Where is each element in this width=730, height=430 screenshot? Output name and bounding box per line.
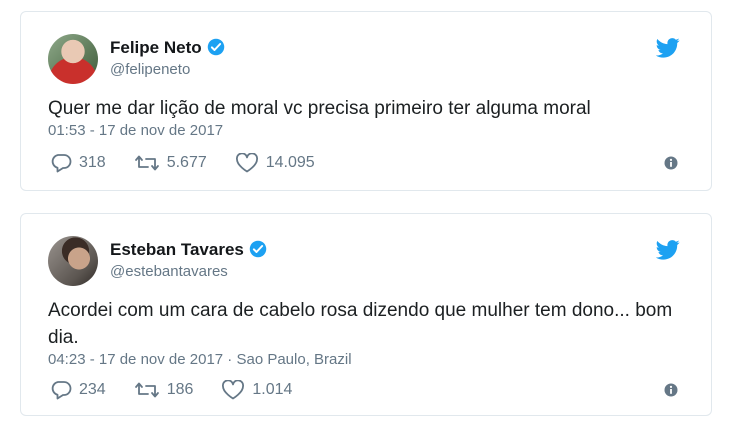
- like-button[interactable]: 14.095: [235, 153, 315, 173]
- author-handle[interactable]: @felipeneto: [110, 61, 190, 78]
- tweet-actions: 234 186 1.014: [50, 379, 320, 401]
- tweet-timestamp[interactable]: 04:23 - 17 de nov de 2017 · Sao Paulo, B…: [48, 351, 352, 368]
- like-count: 1.014: [252, 381, 293, 398]
- retweet-icon: [134, 155, 159, 171]
- tweet-actions: 318 5.677 14.095: [50, 152, 343, 174]
- reply-count: 318: [79, 154, 106, 171]
- tweet-text: Quer me dar lição de moral vc precisa pr…: [48, 98, 591, 119]
- author-name-text[interactable]: Esteban Tavares: [110, 240, 244, 259]
- author-name[interactable]: Esteban Tavares: [110, 240, 267, 260]
- verified-badge-icon: [207, 38, 224, 56]
- info-icon[interactable]: [664, 156, 678, 170]
- retweet-icon: [134, 382, 159, 398]
- retweet-button[interactable]: 186: [134, 380, 194, 400]
- twitter-bird-icon[interactable]: [656, 38, 680, 58]
- tweet-text: Acordei com um cara de cabelo rosa dizen…: [48, 300, 673, 348]
- reply-icon: [51, 381, 72, 400]
- retweet-count: 5.677: [166, 154, 207, 171]
- tweet-card[interactable]: Esteban Tavares @estebantavares Acordei …: [20, 213, 712, 416]
- avatar[interactable]: [48, 236, 98, 286]
- verified-badge-icon: [249, 240, 267, 258]
- reply-button[interactable]: 318: [50, 153, 106, 173]
- reply-icon: [51, 154, 72, 173]
- like-count: 14.095: [265, 154, 315, 171]
- retweet-count: 186: [166, 381, 194, 398]
- avatar[interactable]: [48, 34, 98, 84]
- retweet-button[interactable]: 5.677: [134, 153, 207, 173]
- heart-icon: [235, 153, 258, 173]
- author-name-text[interactable]: Felipe Neto: [110, 38, 202, 57]
- tweet-timestamp[interactable]: 01:53 - 17 de nov de 2017: [48, 122, 223, 139]
- author-handle[interactable]: @estebantavares: [110, 263, 228, 280]
- info-icon[interactable]: [664, 383, 678, 397]
- reply-button[interactable]: 234: [50, 380, 106, 400]
- like-button[interactable]: 1.014: [221, 380, 292, 400]
- reply-count: 234: [79, 381, 106, 398]
- author-name[interactable]: Felipe Neto: [110, 38, 225, 58]
- tweet-card[interactable]: Felipe Neto @felipeneto Quer me dar liçã…: [20, 11, 712, 191]
- heart-icon: [222, 380, 245, 400]
- twitter-bird-icon[interactable]: [656, 240, 680, 260]
